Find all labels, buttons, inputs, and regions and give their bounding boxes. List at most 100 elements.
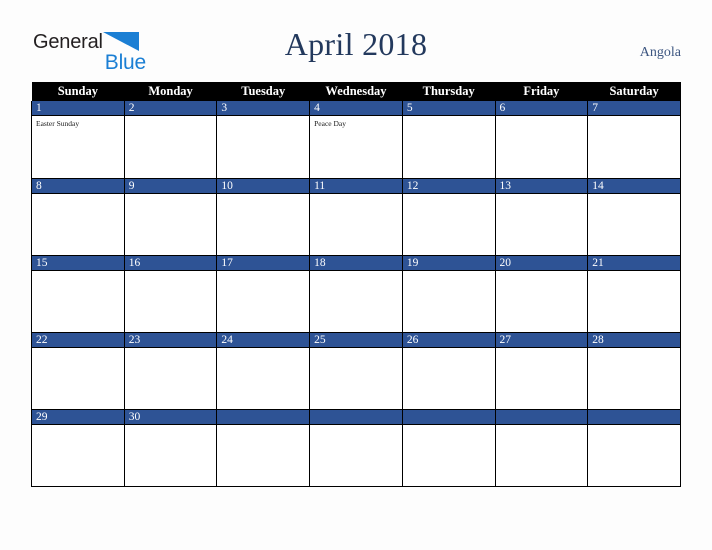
day-events: [588, 425, 680, 428]
calendar-day-cell[interactable]: 4 Peace Day: [309, 101, 403, 179]
day-number: 2: [124, 101, 217, 116]
day-number: [217, 409, 310, 425]
weekday-header-sunday: Sunday: [31, 82, 125, 101]
day-events: [403, 194, 495, 197]
calendar-day-cell[interactable]: 6: [494, 101, 589, 179]
day-events: [496, 271, 588, 274]
day-number: 23: [124, 332, 217, 348]
day-events: [125, 348, 217, 351]
calendar-body: 1 Easter Sunday 2 3 4 Peace Day 5 6 7 8 9 10 11 12 13 1…: [31, 101, 681, 487]
day-events: [125, 271, 217, 274]
calendar-empty-cell[interactable]: [216, 409, 311, 487]
calendar-day-cell[interactable]: 15: [31, 255, 125, 333]
calendar-day-cell[interactable]: 10: [216, 178, 311, 256]
day-events: Easter Sunday: [32, 116, 124, 128]
day-number: 19: [402, 255, 495, 271]
day-events: [588, 348, 680, 351]
day-number: 22: [32, 332, 124, 348]
day-number: 5: [402, 101, 495, 116]
day-number: 14: [588, 178, 680, 194]
calendar-day-cell[interactable]: 14: [587, 178, 681, 256]
calendar-day-cell[interactable]: 19: [401, 255, 496, 333]
calendar-day-cell[interactable]: 8: [31, 178, 125, 256]
weekday-header-saturday: Saturday: [587, 82, 681, 101]
day-events: [32, 271, 124, 274]
calendar-day-cell[interactable]: 12: [401, 178, 496, 256]
day-number: 9: [124, 178, 217, 194]
day-events: [588, 194, 680, 197]
calendar-day-cell[interactable]: 3: [216, 101, 311, 179]
day-events: [403, 348, 495, 351]
day-number: 24: [217, 332, 310, 348]
calendar-day-cell[interactable]: 5: [401, 101, 496, 179]
day-number: [402, 409, 495, 425]
day-events: [125, 194, 217, 197]
day-events: [217, 116, 309, 119]
calendar-day-cell[interactable]: 20: [494, 255, 589, 333]
day-events: [125, 116, 217, 119]
calendar-day-cell[interactable]: 26: [401, 332, 496, 410]
day-number: 21: [588, 255, 680, 271]
day-events: [310, 425, 402, 428]
calendar-day-cell[interactable]: 17: [216, 255, 311, 333]
calendar-empty-cell[interactable]: [401, 409, 496, 487]
holiday-event: Easter Sunday: [36, 119, 80, 128]
weekday-header-thursday: Thursday: [402, 82, 496, 101]
day-number: 16: [124, 255, 217, 271]
calendar-empty-cell[interactable]: [309, 409, 403, 487]
day-events: [588, 116, 680, 119]
calendar-day-cell[interactable]: 28: [587, 332, 681, 410]
day-number: 15: [32, 255, 124, 271]
day-events: [310, 348, 402, 351]
day-events: [496, 425, 588, 428]
calendar-day-cell[interactable]: 29: [31, 409, 125, 487]
calendar-day-cell[interactable]: 27: [494, 332, 589, 410]
page-title: April 2018: [284, 26, 428, 62]
day-events: Peace Day: [310, 116, 402, 128]
calendar-page: General Blue April 2018 Angola Sunday Mon…: [0, 0, 712, 550]
day-number: 3: [217, 101, 310, 116]
day-number: 26: [402, 332, 495, 348]
weekday-header-wednesday: Wednesday: [309, 82, 403, 101]
calendar-week-row: 15 16 17 18 19 20 21: [31, 255, 681, 333]
calendar-day-cell[interactable]: 7: [587, 101, 681, 179]
calendar-day-cell[interactable]: 25: [309, 332, 403, 410]
day-number: [588, 409, 680, 425]
calendar-day-cell[interactable]: 30: [123, 409, 218, 487]
calendar-empty-cell[interactable]: [494, 409, 589, 487]
calendar-table: Sunday Monday Tuesday Wednesday Thursday Frid…: [31, 82, 681, 487]
day-number: 18: [310, 255, 402, 271]
day-events: [403, 425, 495, 428]
calendar-day-cell[interactable]: 24: [216, 332, 311, 410]
calendar-week-row: 1 Easter Sunday 2 3 4 Peace Day 5 6 7: [31, 101, 681, 179]
calendar-empty-cell[interactable]: [587, 409, 681, 487]
calendar-day-cell[interactable]: 16: [123, 255, 218, 333]
day-number: 30: [124, 409, 217, 425]
calendar-day-cell[interactable]: 21: [587, 255, 681, 333]
calendar-week-row: 8 9 10 11 12 13 14: [31, 178, 681, 256]
day-events: [496, 194, 588, 197]
calendar-day-cell[interactable]: 18: [309, 255, 403, 333]
day-number: 12: [402, 178, 495, 194]
day-events: [32, 194, 124, 197]
holiday-event: Peace Day: [314, 119, 346, 128]
day-number: 8: [32, 178, 124, 194]
calendar-day-cell[interactable]: 23: [123, 332, 218, 410]
calendar-day-cell[interactable]: 1 Easter Sunday: [31, 101, 125, 179]
calendar-day-cell[interactable]: 22: [31, 332, 125, 410]
calendar-day-cell[interactable]: 2: [123, 101, 218, 179]
day-number: [495, 409, 588, 425]
calendar-day-cell[interactable]: 11: [309, 178, 403, 256]
day-events: [32, 348, 124, 351]
day-number: 6: [495, 101, 588, 116]
day-number: 20: [495, 255, 588, 271]
day-number: 29: [32, 409, 124, 425]
day-events: [125, 425, 217, 428]
day-number: 25: [310, 332, 402, 348]
country-label: Angola: [639, 45, 681, 60]
day-number: 13: [495, 178, 588, 194]
day-events: [310, 194, 402, 197]
calendar-day-cell[interactable]: 9: [123, 178, 218, 256]
day-events: [496, 116, 588, 119]
calendar-day-cell[interactable]: 13: [494, 178, 589, 256]
